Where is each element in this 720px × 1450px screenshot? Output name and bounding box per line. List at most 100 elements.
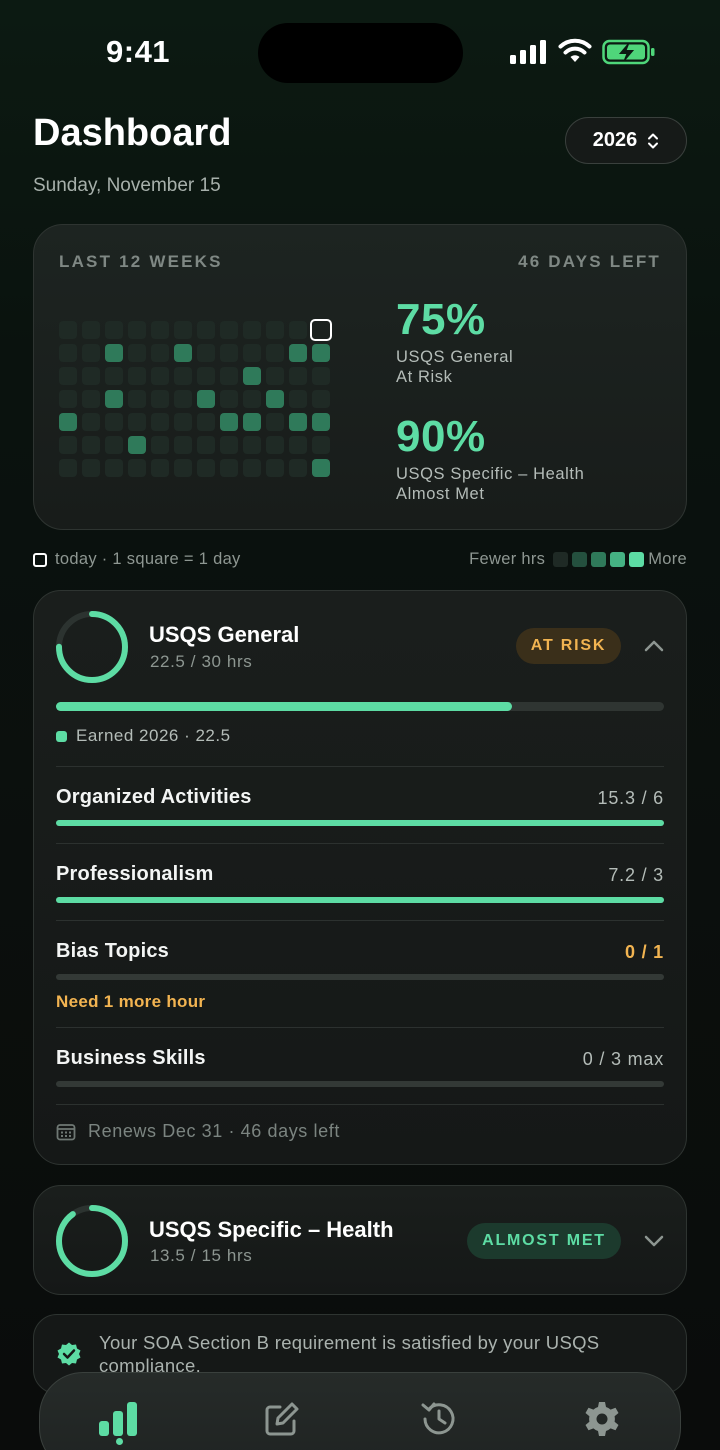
category-name: Professionalism	[56, 863, 214, 885]
heatmap-day-cell	[266, 390, 284, 408]
heatmap-day-cell	[312, 459, 330, 477]
heatmap-day-cell	[174, 367, 192, 385]
usqs-general-card[interactable]: USQS General 22.5 / 30 hrs AT RISK Earne…	[33, 590, 687, 1165]
category-warning-note: Need 1 more hour	[56, 992, 206, 1011]
heatmap-day-cell	[220, 390, 238, 408]
heatmap-day-cell	[82, 321, 100, 339]
heatmap-day-cell	[289, 459, 307, 477]
settings-icon[interactable]	[582, 1399, 622, 1439]
heatmap-day-cell	[151, 367, 169, 385]
divider	[56, 843, 664, 844]
heatmap-day-cell	[105, 344, 123, 362]
activity-heatmap-grid	[59, 319, 359, 481]
general-stat: 75% USQS General At Risk	[396, 295, 513, 387]
general-card-hours: 22.5 / 30 hrs	[150, 652, 253, 671]
heatmap-day-cell	[128, 436, 146, 454]
heatmap-day-cell	[174, 321, 192, 339]
wifi-icon	[558, 38, 592, 62]
earned-dot	[56, 730, 67, 742]
status-badge: AT RISK	[516, 628, 621, 664]
heatmap-day-cell	[59, 367, 77, 385]
heatmap-day-cell	[82, 436, 100, 454]
specific-stat-percent: 90%	[396, 412, 486, 461]
divider	[56, 1104, 664, 1105]
category-progress-bar	[56, 820, 664, 826]
heatmap-day-cell	[289, 413, 307, 431]
heatmap-legend: today · 1 square = 1 day Fewer hrs More	[33, 550, 687, 572]
heatmap-day-cell	[243, 390, 261, 408]
page-date: Sunday, November 15	[33, 175, 221, 196]
specific-card-hours: 13.5 / 15 hrs	[150, 1246, 253, 1265]
chevron-up-down-icon	[648, 133, 659, 148]
heatmap-day-cell	[82, 344, 100, 362]
category-progress-bar	[56, 1081, 664, 1087]
soa-note-text: Your SOA Section B requirement is satisf…	[99, 1332, 600, 1376]
heatmap-day-cell	[82, 413, 100, 431]
history-icon[interactable]	[419, 1399, 459, 1439]
heatmap-day-cell	[289, 390, 307, 408]
legend-fewer-label: Fewer hrs	[469, 550, 546, 568]
status-time: 9:41	[106, 34, 171, 69]
heatmap-day-cell	[243, 344, 261, 362]
chevron-down-icon[interactable]	[643, 1234, 665, 1248]
heatmap-day-cell	[312, 344, 330, 362]
heatmap-day-cell	[243, 413, 261, 431]
category-progress-fill	[56, 820, 664, 826]
year-picker-button[interactable]: 2026	[565, 117, 687, 164]
general-stat-percent: 75%	[396, 295, 486, 344]
heatmap-day-cell	[59, 436, 77, 454]
heatmap-day-cell	[220, 436, 238, 454]
today-square-icon	[33, 552, 47, 567]
heatmap-day-cell	[174, 344, 192, 362]
heatmap-period-label: LAST 12 WEEKS	[59, 252, 223, 271]
heatmap-day-cell	[312, 436, 330, 454]
specific-stat: 90% USQS Specific – Health Almost Met	[396, 412, 584, 504]
general-progress-fill	[56, 702, 512, 711]
specific-stat-status: Almost Met	[396, 485, 485, 503]
heatmap-day-cell	[243, 367, 261, 385]
log-entry-icon[interactable]	[262, 1399, 302, 1439]
heatmap-day-cell	[151, 321, 169, 339]
status-badge: ALMOST MET	[467, 1223, 621, 1259]
heatmap-day-cell	[197, 390, 215, 408]
category-name: Business Skills	[56, 1047, 206, 1069]
page-title: Dashboard	[33, 112, 232, 154]
category-progress-bar	[56, 974, 664, 980]
chevron-up-icon[interactable]	[643, 639, 665, 653]
bottom-tab-bar	[39, 1372, 681, 1450]
heatmap-day-cell	[197, 321, 215, 339]
year-picker-label: 2026	[592, 129, 638, 151]
heatmap-day-cell	[128, 367, 146, 385]
renewal-text: Renews Dec 31 · 46 days left	[88, 1121, 340, 1141]
heatmap-day-cell	[82, 390, 100, 408]
usqs-specific-card[interactable]: USQS Specific – Health 13.5 / 15 hrs ALM…	[33, 1185, 687, 1295]
category-progress-bar	[56, 897, 664, 903]
heatmap-day-cell	[105, 390, 123, 408]
legend-swatch	[591, 552, 607, 567]
heatmap-day-cell	[174, 459, 192, 477]
dashboard-icon[interactable]	[99, 1399, 139, 1439]
heatmap-day-cell	[266, 436, 284, 454]
heatmap-day-cell	[174, 390, 192, 408]
divider	[56, 766, 664, 767]
legend-more-label: More	[648, 550, 687, 568]
heatmap-day-cell	[266, 344, 284, 362]
heatmap-today-cell	[310, 319, 332, 341]
earned-row: Earned 2026 · 22.5	[56, 726, 231, 746]
heatmap-day-cell	[243, 459, 261, 477]
heatmap-day-cell	[151, 459, 169, 477]
legend-swatch	[629, 552, 645, 567]
category-value: 0 / 3 max	[582, 1049, 664, 1069]
dynamic-island	[258, 23, 463, 83]
heatmap-day-cell	[105, 321, 123, 339]
category-name: Bias Topics	[56, 940, 169, 962]
heatmap-day-cell	[312, 413, 330, 431]
specific-card-title: USQS Specific – Health	[149, 1217, 394, 1242]
heatmap-day-cell	[174, 436, 192, 454]
divider	[56, 1027, 664, 1028]
heatmap-day-cell	[128, 344, 146, 362]
heatmap-day-cell	[266, 367, 284, 385]
heatmap-day-cell	[289, 344, 307, 362]
heatmap-day-cell	[151, 390, 169, 408]
heatmap-day-cell	[128, 390, 146, 408]
